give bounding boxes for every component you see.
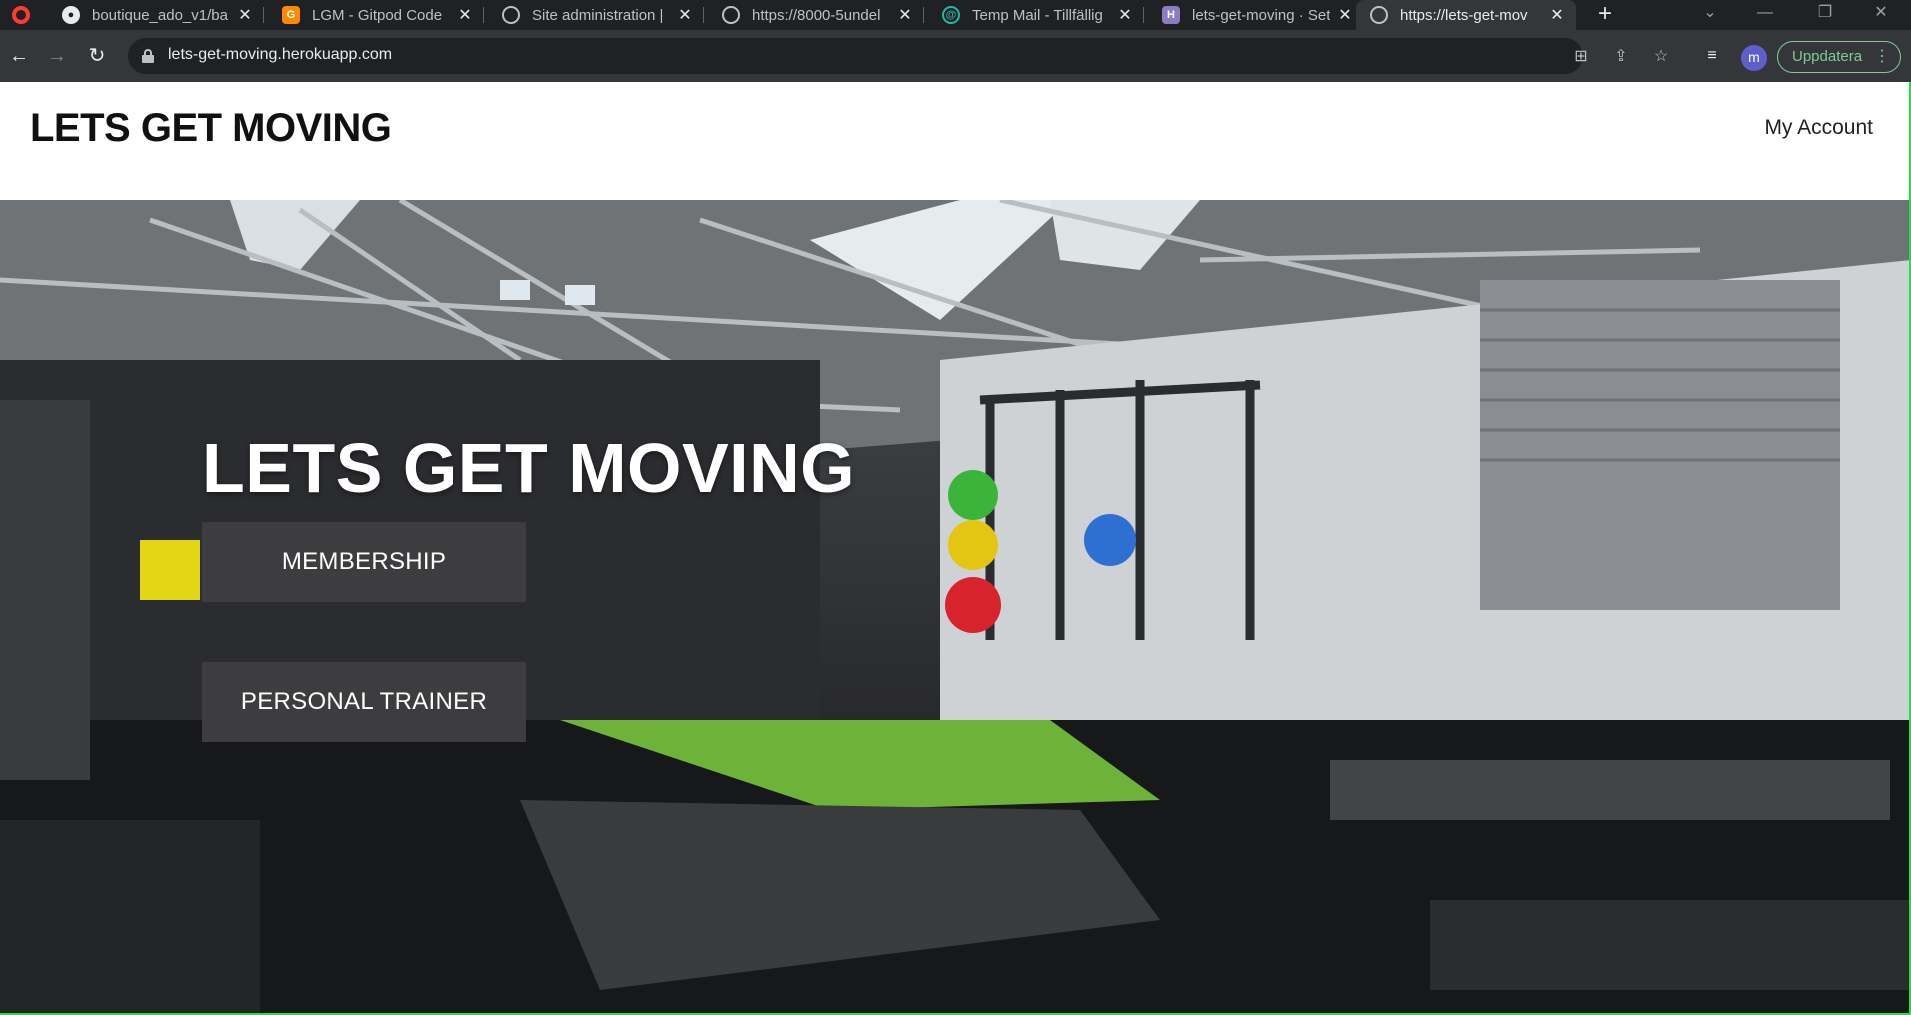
close-tab-icon[interactable]: ✕ bbox=[456, 5, 474, 25]
restore-icon[interactable]: ❐ bbox=[1795, 0, 1855, 30]
update-button[interactable]: Uppdatera ⋮ bbox=[1777, 41, 1901, 73]
browser-toolbar: ← → ↻ lets-get-moving.herokuapp.com ⊞ ⇪ … bbox=[0, 30, 1911, 82]
gym-background-image bbox=[0, 200, 1911, 1015]
globe-icon bbox=[1370, 6, 1388, 24]
url-text[interactable]: lets-get-moving.herokuapp.com bbox=[168, 46, 392, 64]
membership-button[interactable]: MEMBERSHIP bbox=[202, 522, 526, 602]
globe-icon bbox=[722, 6, 740, 24]
bookmark-star-icon[interactable]: ☆ bbox=[1650, 46, 1672, 68]
new-tab-icon[interactable]: + bbox=[1590, 0, 1620, 30]
reload-icon[interactable]: ↻ bbox=[84, 43, 110, 69]
tab-title: https://lets-get-mov bbox=[1400, 6, 1528, 24]
avatar[interactable]: m bbox=[1741, 45, 1767, 71]
personal-trainer-button[interactable]: PERSONAL TRAINER bbox=[202, 662, 526, 742]
close-tab-icon[interactable]: ✕ bbox=[236, 5, 254, 25]
close-tab-icon[interactable]: ✕ bbox=[1336, 5, 1354, 25]
tempmail-icon: @ bbox=[942, 6, 960, 24]
close-tab-icon[interactable]: ✕ bbox=[1116, 5, 1134, 25]
hero-banner: LETS GET MOVING MEMBERSHIP PERSONAL TRAI… bbox=[0, 200, 1911, 1015]
translate-icon[interactable]: ⊞ bbox=[1570, 46, 1592, 68]
heroku-icon: H bbox=[1162, 6, 1180, 24]
tab-title: LGM - Gitpod Code bbox=[312, 6, 443, 24]
tab-title: Temp Mail - Tillfällig bbox=[972, 6, 1103, 24]
tab-title: Site administration | bbox=[532, 6, 664, 24]
tab-heroku[interactable]: H lets-get-moving · Set ✕ bbox=[1148, 0, 1364, 30]
address-bar[interactable]: lets-get-moving.herokuapp.com ⊞ ⇪ ☆ bbox=[128, 38, 1668, 74]
reading-list-icon[interactable]: ≡ bbox=[1701, 45, 1723, 67]
gitpod-icon: G bbox=[282, 6, 300, 24]
hero-title: LETS GET MOVING bbox=[202, 429, 856, 507]
tab-gitpod[interactable]: G LGM - Gitpod Code ✕ bbox=[268, 0, 484, 30]
minimize-icon[interactable]: — bbox=[1735, 0, 1795, 30]
close-tab-icon[interactable]: ✕ bbox=[1548, 5, 1566, 25]
tab-lets-get-moving[interactable]: https://lets-get-mov ✕ bbox=[1356, 0, 1576, 30]
tab-title: lets-get-moving · Set bbox=[1192, 6, 1330, 24]
web-page: LETS GET MOVING My Account LETS GET MOVI… bbox=[0, 82, 1911, 1015]
tab-temp-mail[interactable]: @ Temp Mail - Tillfällig ✕ bbox=[928, 0, 1144, 30]
site-logo[interactable]: LETS GET MOVING bbox=[30, 106, 392, 151]
browser-tab-strip: ● boutique_ado_v1/ba ✕ G LGM - Gitpod Co… bbox=[0, 0, 1911, 30]
tab-title: https://8000-5undel bbox=[752, 6, 881, 24]
more-menu-icon[interactable]: ⋮ bbox=[1874, 42, 1890, 72]
my-account-link[interactable]: My Account bbox=[1764, 116, 1873, 140]
opera-logo-icon[interactable] bbox=[12, 6, 30, 24]
update-label: Uppdatera bbox=[1792, 48, 1863, 65]
tab-title: boutique_ado_v1/ba bbox=[92, 6, 228, 24]
globe-icon bbox=[502, 6, 520, 24]
close-tab-icon[interactable]: ✕ bbox=[896, 5, 914, 25]
share-icon[interactable]: ⇪ bbox=[1610, 46, 1632, 68]
back-icon[interactable]: ← bbox=[6, 43, 32, 69]
tab-github[interactable]: ● boutique_ado_v1/ba ✕ bbox=[48, 0, 264, 30]
tab-localhost[interactable]: https://8000-5undel ✕ bbox=[708, 0, 924, 30]
tab-site-admin[interactable]: Site administration | ✕ bbox=[488, 0, 704, 30]
tab-search-icon[interactable]: ⌄ bbox=[1680, 0, 1740, 30]
lock-icon[interactable] bbox=[142, 49, 154, 63]
github-icon: ● bbox=[62, 6, 80, 24]
close-window-icon[interactable]: ✕ bbox=[1851, 0, 1911, 30]
forward-icon[interactable]: → bbox=[44, 43, 70, 69]
site-header: LETS GET MOVING My Account bbox=[0, 82, 1911, 200]
close-tab-icon[interactable]: ✕ bbox=[676, 5, 694, 25]
